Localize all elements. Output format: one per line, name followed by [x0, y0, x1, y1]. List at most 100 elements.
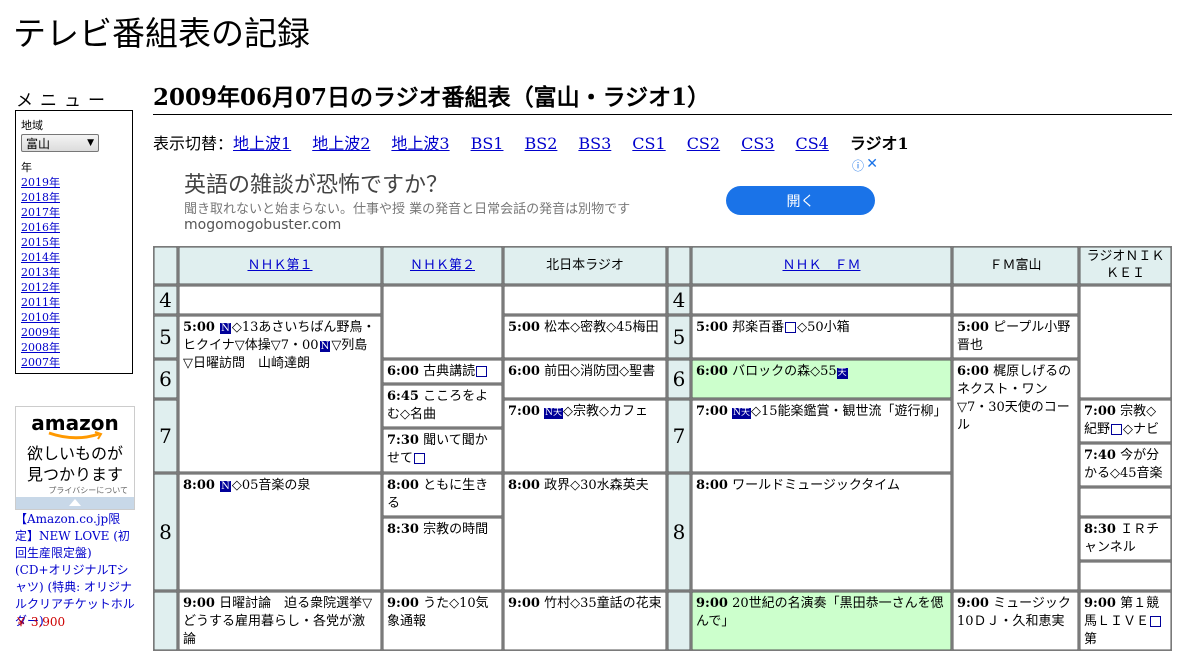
channel-header-nikkei: ラジオＮＩＫＫＥＩ: [1079, 246, 1172, 285]
program-cell[interactable]: 9:00 第１競馬ＬＩＶＥ第: [1079, 591, 1172, 651]
program-cell[interactable]: [952, 285, 1079, 315]
corner-cell: [153, 246, 178, 285]
hour-label-8: 8: [153, 473, 178, 591]
rebroadcast-icon: [785, 322, 797, 333]
year-link-2009[interactable]: 2009年: [21, 326, 60, 339]
year-list: 2019年 2018年 2017年 2016年 2015年 2014年 2013…: [21, 175, 127, 370]
program-cell[interactable]: 7:00 N天◇15能楽鑑賞・観世流「遊行柳」: [691, 399, 952, 473]
program-cell[interactable]: 7:40 今が分かる◇45音楽: [1079, 443, 1172, 487]
ad-close-icon[interactable]: ✕: [866, 156, 878, 172]
switch-link-cs3[interactable]: CS3: [741, 134, 774, 153]
amazon-tagline: 欲しいものが 見つかります: [26, 444, 123, 484]
year-label: 年: [21, 161, 32, 174]
program-cell[interactable]: 8:00 政界◇30水森英夫: [503, 473, 667, 591]
program-cell[interactable]: 9:00 日曜討論 迫る衆院選挙▽どうする雇用暮らし・各党が激論: [178, 591, 382, 651]
chevron-up-icon: [69, 499, 81, 506]
switch-link-terrestrial1[interactable]: 地上波1: [233, 134, 291, 153]
program-cell[interactable]: 6:00 バロックの森◇55天: [691, 359, 952, 399]
region-label: 地域: [21, 119, 43, 132]
switch-link-cs1[interactable]: CS1: [632, 134, 665, 153]
ad-banner[interactable]: 英語の雑談が恐怖ですか？ 聞き取れないと始まらない。仕事や授 業の発音と日常会話…: [153, 156, 880, 244]
hour-label-4-right: 4: [667, 285, 691, 315]
program-cell[interactable]: 6:45 こころをよむ◇名曲: [382, 384, 503, 428]
ad-open-button[interactable]: 開く: [726, 186, 875, 215]
year-link-2012[interactable]: 2012年: [21, 281, 60, 294]
program-cell[interactable]: 7:00 宗教◇紀野 ◇ナビ: [1079, 399, 1172, 443]
amazon-expand-bar[interactable]: [16, 497, 134, 509]
channel-header-nhkfm: ＮＨＫ ＦＭ: [691, 246, 952, 285]
program-cell[interactable]: 8:30 ＩＲチャンネル: [1079, 517, 1172, 561]
program-cell[interactable]: 8:00 N ◇05音楽の泉: [178, 473, 382, 591]
switch-link-terrestrial2[interactable]: 地上波2: [312, 134, 370, 153]
program-cell[interactable]: 5:00 邦楽百番 ◇50小箱: [691, 315, 952, 359]
year-link-2019[interactable]: 2019年: [21, 176, 60, 189]
program-cell[interactable]: [382, 285, 503, 359]
switcher-label: 表示切替：: [153, 134, 234, 153]
year-link-2011[interactable]: 2011年: [21, 296, 60, 309]
year-link-2010[interactable]: 2010年: [21, 311, 60, 324]
program-cell[interactable]: 6:00 古典講読: [382, 359, 503, 384]
program-cell[interactable]: 7:00 N天◇宗教◇カフェ: [503, 399, 667, 473]
program-cell[interactable]: 9:00 ミュージック10ＤＪ・久和恵実: [952, 591, 1079, 651]
rebroadcast-icon: [1111, 424, 1123, 435]
program-cell[interactable]: 5:00 N ◇13あさいちばん野鳥・ヒクイナ▽体操▽7・00 N ▽列島▽日曜訪問 …: [178, 315, 382, 473]
switch-link-cs2[interactable]: CS2: [687, 134, 720, 153]
dropdown-arrow-icon: ▼: [87, 138, 94, 148]
amazon-privacy-link[interactable]: プライバシーについて: [16, 485, 134, 496]
site-title: テレビ番組表の記録: [13, 14, 310, 53]
program-cell[interactable]: [1079, 285, 1172, 399]
program-cell[interactable]: 6:00 前田◇消防団◇聖書: [503, 359, 667, 399]
switch-link-bs1[interactable]: BS1: [471, 134, 504, 153]
program-cell[interactable]: [178, 285, 382, 315]
program-cell[interactable]: [503, 285, 667, 315]
program-cell[interactable]: 6:00 梶原しげるのネクスト・ワン▽7・30天使のコール: [952, 359, 1079, 591]
year-link-2015[interactable]: 2015年: [21, 236, 60, 249]
switch-link-cs4[interactable]: CS4: [795, 134, 828, 153]
program-cell[interactable]: [1079, 487, 1172, 517]
program-cell[interactable]: 5:00 松本◇密教◇45梅田: [503, 315, 667, 359]
rebroadcast-icon: [476, 366, 488, 377]
amazon-logo: amazon: [31, 411, 119, 435]
ad-domain[interactable]: mogomogobuster.com: [184, 217, 341, 233]
program-cell[interactable]: 8:00 ともに生きる: [382, 473, 503, 517]
program-cell[interactable]: 8:00 ワールドミュージックタイム: [691, 473, 952, 591]
year-link-2007[interactable]: 2007年: [21, 356, 60, 369]
promo-price: ￥ 3,900: [15, 615, 66, 629]
hour-label-5: 5: [153, 315, 178, 359]
hour-label-9: [153, 591, 178, 651]
year-link-2014[interactable]: 2014年: [21, 251, 60, 264]
year-link-2017[interactable]: 2017年: [21, 206, 60, 219]
hour-label-9-right: [667, 591, 691, 651]
program-cell[interactable]: 5:00 ピープル小野晋也: [952, 315, 1079, 359]
switch-link-terrestrial3[interactable]: 地上波3: [391, 134, 449, 153]
program-cell[interactable]: 9:00 うた◇10気象通報: [382, 591, 503, 651]
region-select[interactable]: 富山 ▼: [21, 134, 99, 152]
hour-label-7-right: 7: [667, 399, 691, 473]
ad-info-icon[interactable]: ⓘ: [852, 157, 864, 174]
hour-label-7: 7: [153, 399, 178, 473]
program-cell[interactable]: [1079, 561, 1172, 591]
program-cell[interactable]: 7:30 聞いて聞かせて: [382, 428, 503, 473]
hour-label-8-right: 8: [667, 473, 691, 591]
menu-title: メニュー: [16, 91, 112, 111]
program-cell[interactable]: 9:00 20世紀の名演奏「黒田恭一さんを偲んで」: [691, 591, 952, 651]
region-value: 富山: [26, 136, 51, 151]
program-cell[interactable]: 9:00 竹村◇35童話の花束: [503, 591, 667, 651]
year-link-2018[interactable]: 2018年: [21, 191, 60, 204]
year-link-2013[interactable]: 2013年: [21, 266, 60, 279]
switch-link-bs3[interactable]: BS3: [578, 134, 611, 153]
rebroadcast-icon: [1150, 616, 1162, 627]
ad-title[interactable]: 英語の雑談が恐怖ですか？: [184, 167, 448, 199]
program-cell[interactable]: 8:30 宗教の時間: [382, 517, 503, 591]
corner-cell-2: [667, 246, 691, 285]
hour-label-5-right: 5: [667, 315, 691, 359]
hour-label-6: 6: [153, 359, 178, 399]
page-heading: 2009年06月07日のラジオ番組表（富山・ラジオ1）: [153, 84, 1172, 115]
switch-link-bs2[interactable]: BS2: [524, 134, 557, 153]
amazon-banner[interactable]: amazon 欲しいものが 見つかります プライバシーについて: [15, 406, 135, 510]
year-link-2016[interactable]: 2016年: [21, 221, 60, 234]
channel-header-fmtoyama: ＦＭ富山: [952, 246, 1079, 285]
program-cell[interactable]: [691, 285, 952, 315]
rebroadcast-icon: [414, 453, 426, 464]
year-link-2008[interactable]: 2008年: [21, 341, 60, 354]
